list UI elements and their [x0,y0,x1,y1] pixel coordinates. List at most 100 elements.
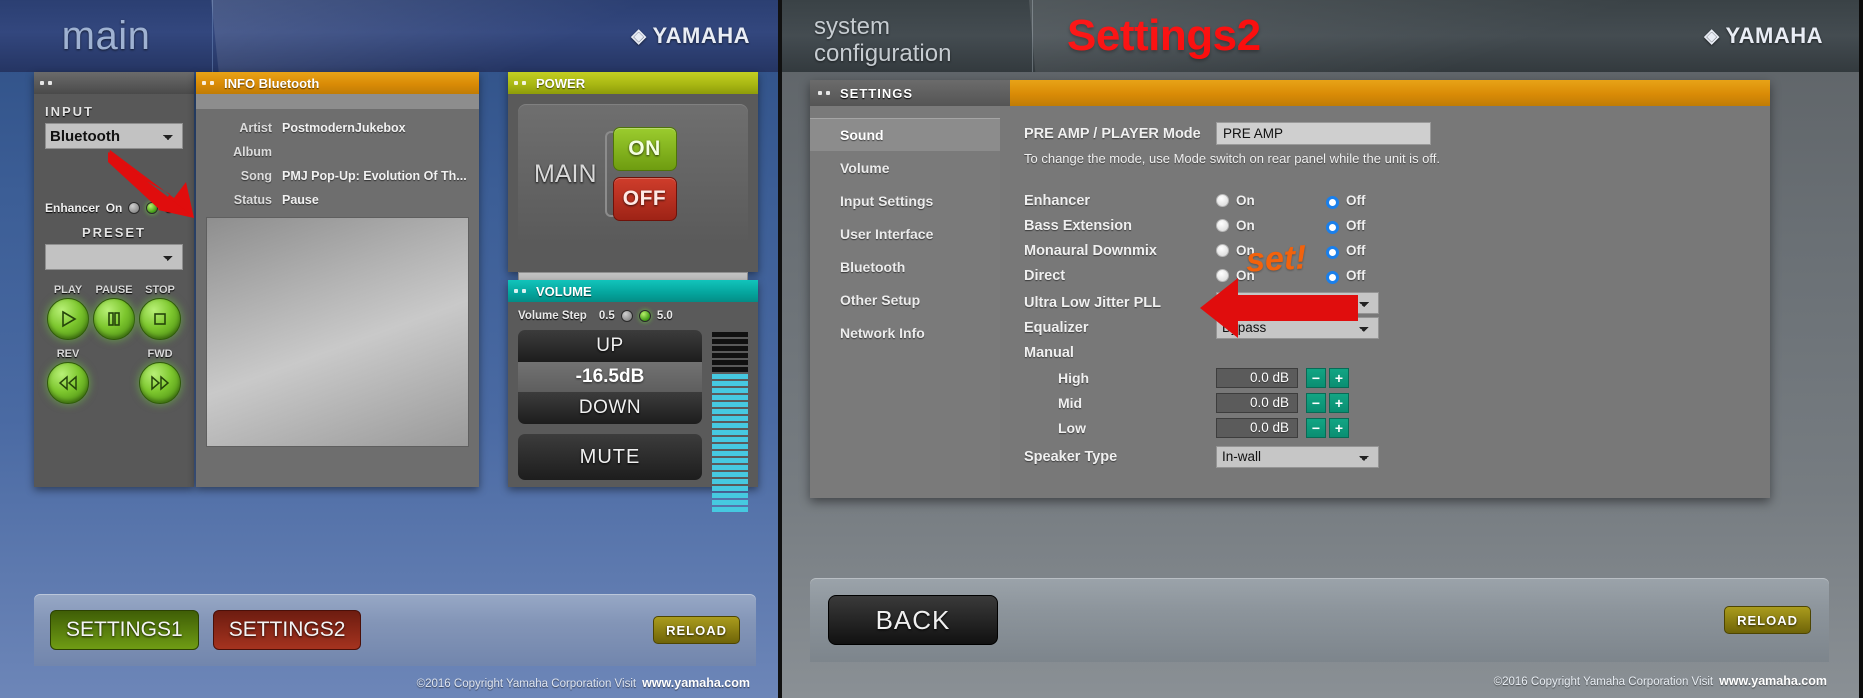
equalizer-select[interactable]: Bypass [1216,316,1379,339]
volume-meter-segment [712,493,748,498]
volume-step-small-led[interactable] [620,310,633,322]
preamp-mode-label: PRE AMP / PLAYER Mode [1024,125,1201,142]
copyright-left: ©2016 Copyright Yamaha Corporation Visit… [417,676,750,690]
volume-meter-segment [712,381,748,386]
grip-dots-icon [514,81,526,85]
eq-row-mid: Mid 0.0 dB − + [1024,390,1746,415]
pause-icon[interactable] [93,298,135,340]
eq-mid-minus-button[interactable]: − [1306,392,1326,413]
reload-button[interactable]: RELOAD [1724,606,1811,634]
settings-sidebar: Sound Volume Input Settings User Interfa… [810,106,1000,498]
back-button[interactable]: BACK [828,595,998,645]
preset-select[interactable] [45,244,183,270]
monaural-downmix-on-group[interactable]: On [1216,243,1326,258]
sidebar-item-other-setup[interactable]: Other Setup [810,283,1000,316]
volume-down-button[interactable]: DOWN [518,392,702,424]
yamaha-wordmark: YAMAHA [652,23,750,48]
monaural-downmix-off-group[interactable]: Off [1326,242,1436,259]
bass-extension-on-radio[interactable] [1216,219,1229,232]
speaker-type-select[interactable]: In-wall [1216,445,1379,468]
stop-icon[interactable] [139,298,181,340]
forward-icon[interactable] [139,362,181,404]
info-panel-body: Artist PostmodernJukebox Album Song PMJ … [196,94,479,487]
copyright-url[interactable]: www.yamaha.com [642,676,750,690]
power-panel-body: MAIN ON OFF [508,94,758,272]
screenshot-root: main ◈ YAMAHA INPUT Bluetooth Enhancer O… [0,0,1863,698]
info-key: Artist [239,121,272,135]
bass-extension-on-group[interactable]: On [1216,218,1326,233]
direct-off-group[interactable]: Off [1326,267,1436,284]
volume-meter-segment [712,409,748,414]
ultra-low-jitter-pll-select[interactable]: Level2 [1216,291,1379,314]
enhancer-off-led[interactable] [146,202,159,214]
monaural-downmix-off-radio[interactable] [1326,246,1339,259]
enhancer-off-group[interactable]: Off [1326,192,1436,209]
sidebar-item-sound[interactable]: Sound [810,118,1000,151]
settings2-button[interactable]: SETTINGS2 [212,610,362,650]
grip-dots-icon [202,81,214,85]
volume-meter-segment [712,500,748,505]
eq-high-value: 0.0 dB [1216,367,1298,388]
sidebar-item-volume[interactable]: Volume [810,151,1000,184]
settings-window: system configuration Settings2 ◈ YAMAHA … [782,0,1859,698]
sidebar-item-network-info[interactable]: Network Info [810,316,1000,349]
eq-high-minus-button[interactable]: − [1306,367,1326,388]
sidebar-item-bluetooth[interactable]: Bluetooth [810,250,1000,283]
bass-extension-off-radio[interactable] [1326,221,1339,234]
play-icon[interactable] [47,298,89,340]
copyright-text: ©2016 Copyright Yamaha Corporation Visit [1493,676,1714,688]
reload-button[interactable]: RELOAD [653,616,740,644]
volume-meter-segment [712,360,748,365]
transport-fwd[interactable]: FWD [137,348,183,404]
syscfg-line2: configuration [814,39,952,67]
info-metadata-list: Artist PostmodernJukebox Album Song PMJ … [196,109,479,207]
direct-on-group[interactable]: On [1216,268,1326,283]
transport-rev[interactable]: REV [45,348,91,404]
monaural-downmix-on-radio[interactable] [1216,244,1229,257]
manual-label: Manual [1024,344,1074,361]
direct-on-radio[interactable] [1216,269,1229,282]
option-row-enhancer: Enhancer On Off [1024,188,1746,213]
eq-low-minus-button[interactable]: − [1306,417,1326,438]
yamaha-tuning-fork-icon: ◈ [1704,25,1720,47]
enhancer-on-group[interactable]: On [1216,193,1326,208]
eq-row-low: Low 0.0 dB − + [1024,415,1746,440]
rewind-icon[interactable] [47,362,89,404]
enhancer-row: Enhancer On Off [45,201,183,215]
bass-extension-off-text: Off [1346,218,1366,233]
power-off-button[interactable]: OFF [612,177,677,221]
power-on-button[interactable]: ON [612,127,677,171]
enhancer-on-led[interactable] [128,202,141,214]
power-buttons: ON OFF [612,127,677,221]
transport-controls: PLAY PAUSE STOP REV FWD [45,284,183,404]
volume-step-large-led[interactable] [638,310,651,322]
settings-tab[interactable]: SETTINGS [810,80,1010,106]
eq-low-plus-button[interactable]: + [1329,417,1349,438]
sidebar-item-input-settings[interactable]: Input Settings [810,184,1000,217]
enhancer-off-radio[interactable] [1326,196,1339,209]
volume-step-large-label: 5.0 [656,310,673,322]
option-row-equalizer: Equalizer Bypass [1024,315,1746,340]
eq-mid-plus-button[interactable]: + [1329,392,1349,413]
mute-button[interactable]: MUTE [518,434,702,480]
enhancer-off-label: Off [164,201,182,215]
eq-high-plus-button[interactable]: + [1329,367,1349,388]
input-select[interactable]: Bluetooth [45,123,183,149]
enhancer-label: Enhancer [1024,192,1091,209]
sidebar-item-user-interface[interactable]: User Interface [810,217,1000,250]
monaural-downmix-on-text: On [1236,243,1255,258]
copyright-right: ©2016 Copyright Yamaha Corporation Visit… [1494,674,1827,688]
transport-pause[interactable]: PAUSE [91,284,137,340]
direct-off-radio[interactable] [1326,271,1339,284]
info-row-status: Status Pause [204,193,471,207]
input-panel-body: INPUT Bluetooth Enhancer On Off PRESET P… [34,94,194,404]
transport-stop[interactable]: STOP [137,284,183,340]
bass-extension-off-group[interactable]: Off [1326,217,1436,234]
settings-footer-card: BACK RELOAD [810,578,1829,662]
settings1-button[interactable]: SETTINGS1 [50,610,199,650]
enhancer-on-radio[interactable] [1216,194,1229,207]
transport-play[interactable]: PLAY [45,284,91,340]
volume-up-button[interactable]: UP [518,330,702,362]
volume-panel-body: Volume Step 0.5 5.0 UP -16.5dB DOWN MUTE [508,302,758,520]
copyright-url[interactable]: www.yamaha.com [1719,674,1827,688]
